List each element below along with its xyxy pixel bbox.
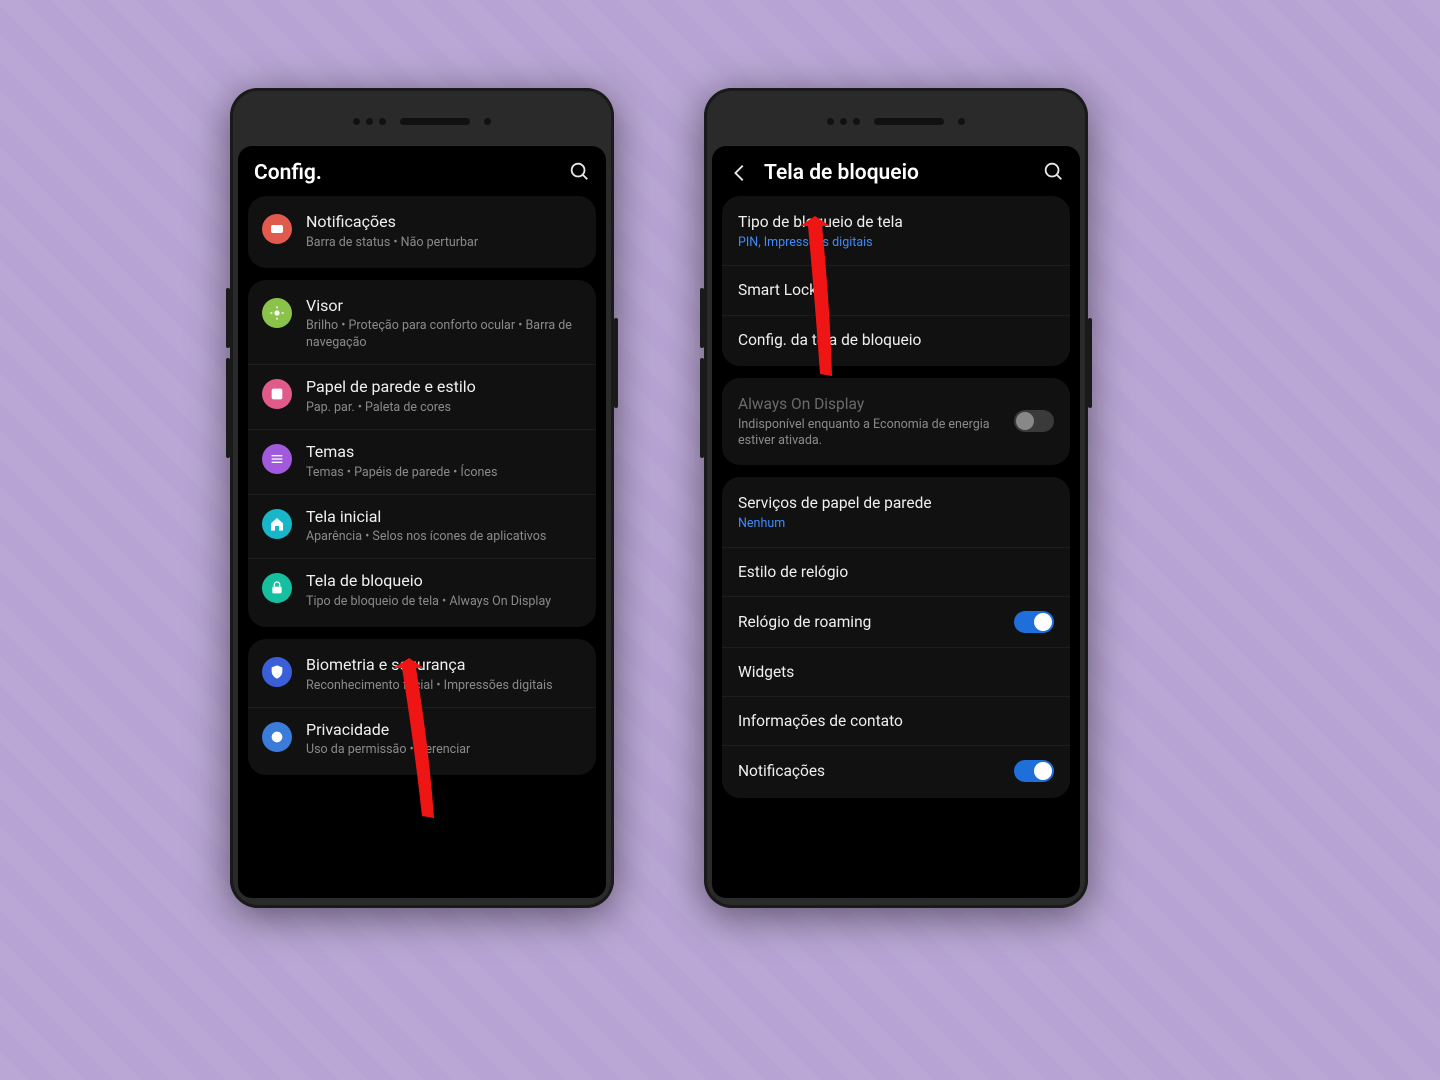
toggle-aod [1014, 410, 1054, 432]
privacy-icon [262, 722, 292, 752]
row-subtitle: Aparência • Selos nos ícones de aplicati… [306, 529, 582, 546]
phone-right: Tela de bloqueio Tipo de bloqueio de tel… [704, 88, 1088, 908]
row-subtitle: Temas • Papéis de parede • Ícones [306, 465, 582, 482]
row-subtitle: Uso da permissão • Gerenciar [306, 742, 582, 759]
row-subtitle: Reconhecimento facial • Impressões digit… [306, 678, 582, 695]
row-title: Tela de bloqueio [306, 571, 582, 592]
row-title: Smart Lock [738, 280, 1054, 300]
search-icon[interactable] [1042, 160, 1064, 186]
row-title: Always On Display [738, 394, 1004, 414]
settings-item-privacidade[interactable]: Privacidade Uso da permissão • Gerenciar [248, 708, 596, 772]
row-title: Temas [306, 442, 582, 463]
notifications-icon [262, 214, 292, 244]
row-subtitle: Barra de status • Não perturbar [306, 235, 582, 252]
row-title: Visor [306, 296, 582, 317]
settings-group: Visor Brilho • Proteção para conforto oc… [248, 280, 596, 627]
phone-top-hardware [238, 96, 606, 146]
item-relogio-roaming[interactable]: Relógio de roaming [722, 597, 1070, 648]
settings-item-notificacoes[interactable]: Notificações Barra de status • Não pertu… [248, 200, 596, 264]
row-subtitle: PIN, Impressões digitais [738, 235, 1054, 251]
settings-group: Always On Display Indisponível enquanto … [722, 378, 1070, 466]
shield-icon [262, 657, 292, 687]
row-title: Tela inicial [306, 507, 582, 528]
header-settings: Config. [238, 146, 606, 196]
row-title: Notificações [738, 761, 1004, 781]
row-title: Papel de parede e estilo [306, 377, 582, 398]
page-title: Tela de bloqueio [764, 161, 1030, 185]
row-subtitle: Brilho • Proteção para conforto ocular •… [306, 318, 582, 352]
settings-item-papel-parede[interactable]: Papel de parede e estilo Pap. par. • Pal… [248, 365, 596, 430]
header-lockscreen: Tela de bloqueio [712, 146, 1080, 196]
phone-left: Config. Notificações Barra de status • N… [230, 88, 614, 908]
item-smart-lock[interactable]: Smart Lock [722, 266, 1070, 315]
themes-icon [262, 444, 292, 474]
back-icon[interactable] [728, 161, 752, 185]
lock-icon [262, 573, 292, 603]
display-icon [262, 298, 292, 328]
home-icon [262, 509, 292, 539]
item-tipo-bloqueio[interactable]: Tipo de bloqueio de tela PIN, Impressões… [722, 198, 1070, 266]
settings-group: Serviços de papel de parede Nenhum Estil… [722, 477, 1070, 798]
item-config-tela-bloqueio[interactable]: Config. da tela de bloqueio [722, 316, 1070, 364]
row-subtitle: Pap. par. • Paleta de cores [306, 400, 582, 417]
settings-item-visor[interactable]: Visor Brilho • Proteção para conforto oc… [248, 284, 596, 366]
toggle-roaming[interactable] [1014, 611, 1054, 633]
item-notificacoes[interactable]: Notificações [722, 746, 1070, 796]
item-informacoes-contato[interactable]: Informações de contato [722, 697, 1070, 746]
row-title: Privacidade [306, 720, 582, 741]
row-title: Estilo de relógio [738, 562, 1054, 582]
screen-settings: Config. Notificações Barra de status • N… [238, 146, 606, 898]
row-title: Relógio de roaming [738, 612, 1004, 632]
item-always-on-display: Always On Display Indisponível enquanto … [722, 380, 1070, 464]
settings-group: Notificações Barra de status • Não pertu… [248, 196, 596, 268]
screen-lockscreen-settings: Tela de bloqueio Tipo de bloqueio de tel… [712, 146, 1080, 898]
settings-item-tela-inicial[interactable]: Tela inicial Aparência • Selos nos ícone… [248, 495, 596, 560]
row-title: Widgets [738, 662, 1054, 682]
row-title: Tipo de bloqueio de tela [738, 212, 1054, 232]
wallpaper-icon [262, 379, 292, 409]
item-estilo-relogio[interactable]: Estilo de relógio [722, 548, 1070, 597]
row-title: Config. da tela de bloqueio [738, 330, 1054, 350]
settings-item-biometria[interactable]: Biometria e segurança Reconhecimento fac… [248, 643, 596, 708]
toggle-notificacoes[interactable] [1014, 760, 1054, 782]
row-subtitle: Tipo de bloqueio de tela • Always On Dis… [306, 594, 582, 611]
phone-top-hardware [712, 96, 1080, 146]
row-title: Notificações [306, 212, 582, 233]
row-subtitle: Indisponível enquanto a Economia de ener… [738, 417, 1004, 450]
row-title: Serviços de papel de parede [738, 493, 1054, 513]
page-title: Config. [254, 161, 556, 185]
search-icon[interactable] [568, 160, 590, 186]
row-title: Informações de contato [738, 711, 1054, 731]
row-subtitle: Nenhum [738, 516, 1054, 532]
settings-group: Tipo de bloqueio de tela PIN, Impressões… [722, 196, 1070, 366]
settings-group: Biometria e segurança Reconhecimento fac… [248, 639, 596, 775]
settings-item-temas[interactable]: Temas Temas • Papéis de parede • Ícones [248, 430, 596, 495]
item-widgets[interactable]: Widgets [722, 648, 1070, 697]
row-title: Biometria e segurança [306, 655, 582, 676]
item-servicos-papel-parede[interactable]: Serviços de papel de parede Nenhum [722, 479, 1070, 547]
settings-item-tela-bloqueio[interactable]: Tela de bloqueio Tipo de bloqueio de tel… [248, 559, 596, 623]
